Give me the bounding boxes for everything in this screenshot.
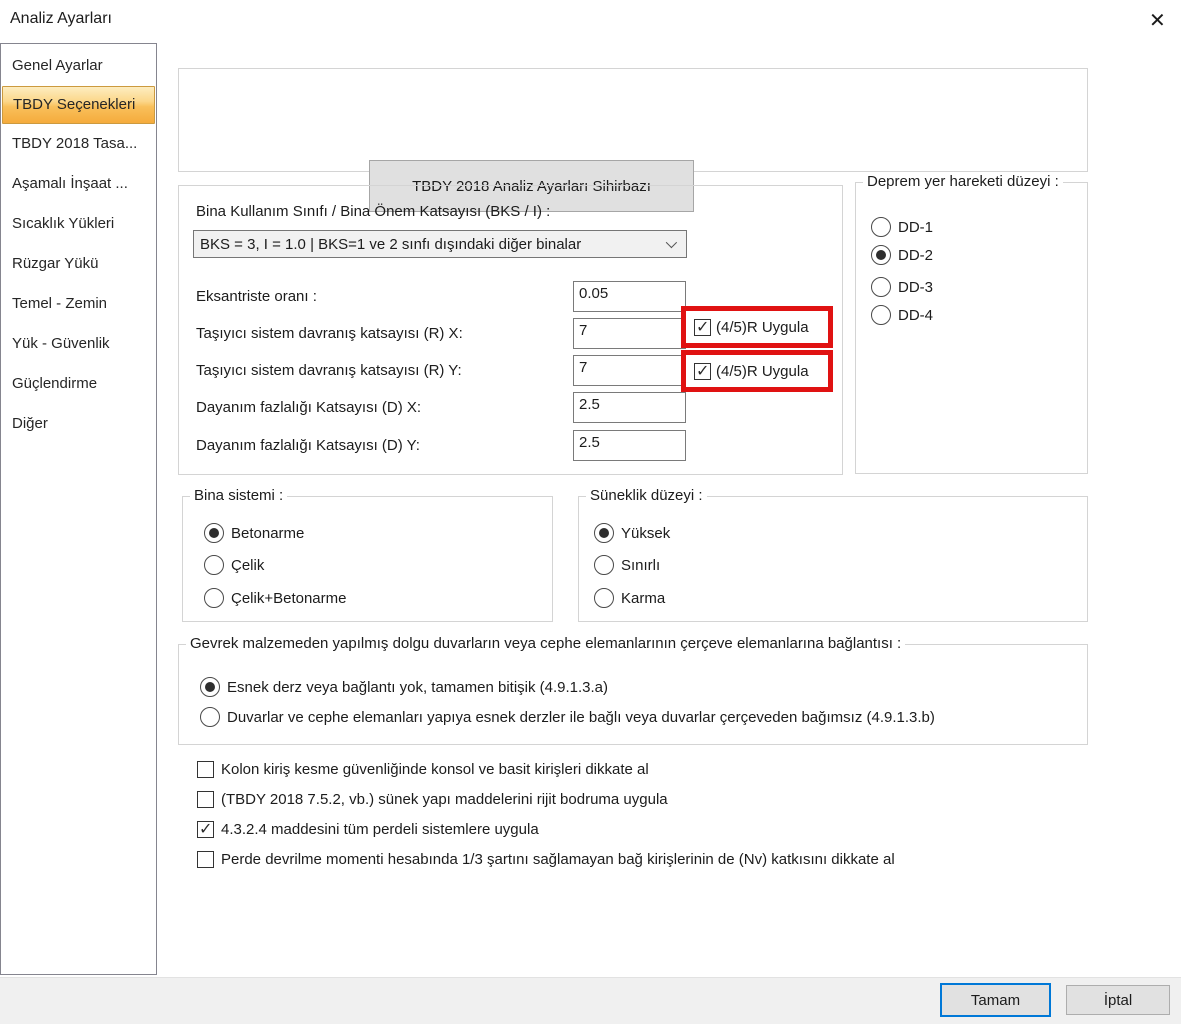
r45-apply-y-checkbox[interactable] [694,363,711,380]
bks-label: Bina Kullanım Sınıfı / Bina Önem Katsayı… [196,203,550,220]
radio-dd4-label: DD-4 [898,307,933,324]
ok-button[interactable]: Tamam [940,983,1051,1017]
radio-dd4-circle[interactable] [871,305,891,325]
radio-celik-betonarme-label: Çelik+Betonarme [231,590,346,607]
close-icon[interactable]: ✕ [1143,6,1172,35]
radio-karma-label: Karma [621,590,665,607]
radio-dd2[interactable]: DD-2 [871,245,933,265]
radio-karma-circle[interactable] [594,588,614,608]
radio-celik-circle[interactable] [204,555,224,575]
radio-celik-betonarme[interactable]: Çelik+Betonarme [204,588,346,608]
radio-dd3-label: DD-3 [898,279,933,296]
ground-motion-title: Deprem yer hareketi düzeyi : [863,173,1063,190]
settings-category-list: Genel Ayarlar TBDY Seçenekleri TBDY 2018… [0,43,157,975]
wizard-groupbox: TBDY 2018 Analiz Ayarları Sihirbazı [178,68,1088,172]
radio-infill-attached[interactable]: Esnek derz veya bağlantı yok, tamamen bi… [200,677,608,697]
d-x-input[interactable] [573,392,686,423]
r45-apply-x-checkbox[interactable] [694,319,711,336]
r45-apply-x-label: (4/5)R Uygula [716,319,809,336]
radio-yuksek-circle[interactable] [594,523,614,543]
option-rijit-bodrum-label: (TBDY 2018 7.5.2, vb.) sünek yapı maddel… [221,791,668,808]
sidebar-item-diger[interactable]: Diğer [1,404,156,444]
dialog-title: Analiz Ayarları [10,10,112,28]
sidebar-item-guclendirme[interactable]: Güçlendirme [1,364,156,404]
radio-dd2-label: DD-2 [898,247,933,264]
bks-combobox-value: BKS = 3, I = 1.0 | BKS=1 ve 2 sınfı dışı… [200,236,581,253]
radio-betonarme[interactable]: Betonarme [204,523,304,543]
sidebar-item-tbdy-2018-tasarim[interactable]: TBDY 2018 Tasa... [1,124,156,164]
radio-dd1[interactable]: DD-1 [871,217,933,237]
radio-dd3-circle[interactable] [871,277,891,297]
radio-yuksek-label: Yüksek [621,525,670,542]
sidebar-item-yuk-guvenlik[interactable]: Yük - Güvenlik [1,324,156,364]
chevron-down-icon [666,237,677,248]
radio-sinirli-label: Sınırlı [621,557,660,574]
r45-apply-y-label: (4/5)R Uygula [716,363,809,380]
radio-dd2-circle[interactable] [871,245,891,265]
radio-betonarme-label: Betonarme [231,525,304,542]
sidebar-item-sicaklik-yukleri[interactable]: Sıcaklık Yükleri [1,204,156,244]
sidebar-item-asamali-insaat[interactable]: Aşamalı İnşaat ... [1,164,156,204]
d-x-label: Dayanım fazlalığı Katsayısı (D) X: [196,399,421,416]
radio-infill-attached-label: Esnek derz veya bağlantı yok, tamamen bi… [227,679,608,696]
radio-dd1-label: DD-1 [898,219,933,236]
sidebar-item-temel-zemin[interactable]: Temel - Zemin [1,284,156,324]
radio-celik-label: Çelik [231,557,264,574]
d-y-input[interactable] [573,430,686,461]
radio-yuksek[interactable]: Yüksek [594,523,670,543]
option-perde-devrilme[interactable]: Perde devrilme momenti hesabında 1/3 şar… [197,851,895,868]
option-4324-perdeli-checkbox[interactable] [197,821,214,838]
radio-infill-attached-circle[interactable] [200,677,220,697]
sidebar-item-tbdy-secenekleri[interactable]: TBDY Seçenekleri [2,86,155,124]
option-rijit-bodrum[interactable]: (TBDY 2018 7.5.2, vb.) sünek yapı maddel… [197,791,668,808]
radio-celik[interactable]: Çelik [204,555,264,575]
cancel-button[interactable]: İptal [1066,985,1170,1015]
radio-sinirli-circle[interactable] [594,555,614,575]
analysis-settings-dialog: Analiz Ayarları ✕ Genel Ayarlar TBDY Seç… [0,0,1181,1024]
radio-sinirli[interactable]: Sınırlı [594,555,660,575]
infill-walls-title: Gevrek malzemeden yapılmış dolgu duvarla… [186,635,905,652]
radio-betonarme-circle[interactable] [204,523,224,543]
r-y-input[interactable] [573,355,686,386]
r-x-label: Taşıyıcı sistem davranış katsayısı (R) X… [196,325,463,342]
radio-celik-betonarme-circle[interactable] [204,588,224,608]
radio-infill-flexible-circle[interactable] [200,707,220,727]
option-konsol-kiris-checkbox[interactable] [197,761,214,778]
option-perde-devrilme-label: Perde devrilme momenti hesabında 1/3 şar… [221,851,895,868]
sidebar-item-ruzgar-yuku[interactable]: Rüzgar Yükü [1,244,156,284]
r-y-label: Taşıyıcı sistem davranış katsayısı (R) Y… [196,362,462,379]
option-perde-devrilme-checkbox[interactable] [197,851,214,868]
eccentricity-label: Eksantriste oranı : [196,288,317,305]
option-konsol-kiris-label: Kolon kiriş kesme güvenliğinde konsol ve… [221,761,649,778]
option-4324-perdeli-label: 4.3.2.4 maddesini tüm perdeli sistemlere… [221,821,539,838]
radio-dd1-circle[interactable] [871,217,891,237]
option-konsol-kiris[interactable]: Kolon kiriş kesme güvenliğinde konsol ve… [197,761,649,778]
radio-infill-flexible[interactable]: Duvarlar ve cephe elemanları yapıya esne… [200,707,935,727]
r45-y-highlight: (4/5)R Uygula [681,350,833,392]
r45-x-highlight: (4/5)R Uygula [681,306,833,348]
radio-dd3[interactable]: DD-3 [871,277,933,297]
eccentricity-input[interactable] [573,281,686,312]
ductility-title: Süneklik düzeyi : [586,487,707,504]
building-system-title: Bina sistemi : [190,487,287,504]
radio-karma[interactable]: Karma [594,588,665,608]
option-4324-perdeli[interactable]: 4.3.2.4 maddesini tüm perdeli sistemlere… [197,821,539,838]
radio-dd4[interactable]: DD-4 [871,305,933,325]
d-y-label: Dayanım fazlalığı Katsayısı (D) Y: [196,437,420,454]
r-x-input[interactable] [573,318,686,349]
sidebar-item-genel-ayarlar[interactable]: Genel Ayarlar [1,46,156,86]
option-rijit-bodrum-checkbox[interactable] [197,791,214,808]
radio-infill-flexible-label: Duvarlar ve cephe elemanları yapıya esne… [227,709,935,726]
bks-combobox[interactable]: BKS = 3, I = 1.0 | BKS=1 ve 2 sınfı dışı… [193,230,687,258]
